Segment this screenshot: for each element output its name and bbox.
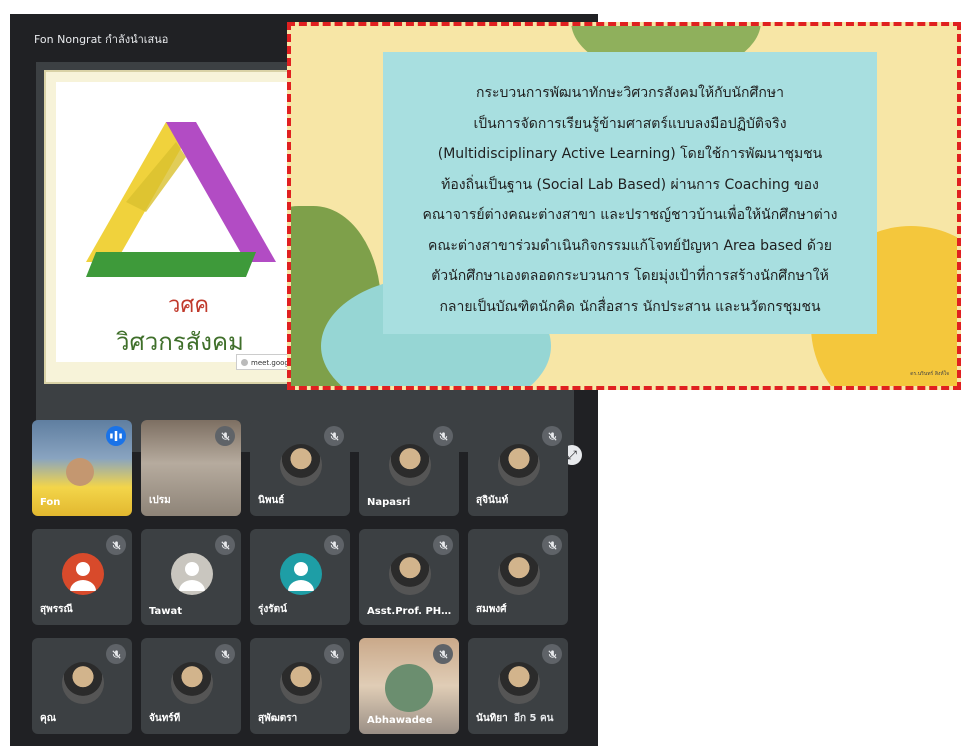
person-icon <box>288 562 314 591</box>
avatar <box>62 662 104 704</box>
participant-name: สมพงศ์ <box>476 604 507 615</box>
participant-name: Asst.Prof. PHU... <box>367 606 459 617</box>
speaking-icon <box>106 426 126 446</box>
mic-off-icon <box>215 644 235 664</box>
avatar <box>389 553 431 595</box>
avatar <box>498 662 540 704</box>
slide-line: คณาจารย์ต่างคณะต่างสาขา และปราชญ์ชาวบ้าน… <box>422 207 838 223</box>
slide-line: เป็นการจัดการเรียนรู้ข้ามศาสตร์แบบลงมือป… <box>473 115 787 132</box>
participant-name: สุพัฒตรา <box>258 713 298 724</box>
avatar <box>280 662 322 704</box>
avatar <box>280 553 322 595</box>
avatar <box>389 444 431 486</box>
mic-off-icon <box>433 644 453 664</box>
participant-tile[interactable]: จันทร์ที <box>141 638 241 734</box>
slide-line: กระบวนการพัฒนาทักษะวิศวกรสังคมให้กับนักศ… <box>476 85 784 101</box>
participant-tile[interactable]: นันทิยา อีก 5 คน <box>468 638 568 734</box>
slide-line: คณะต่างสาขาร่วมดำเนินกิจกรรมแก้โจทย์ปัญห… <box>428 237 832 254</box>
slide-credit: ดร.นรินทร์ สิงห์ใจ <box>910 371 949 377</box>
mic-off-icon <box>324 644 344 664</box>
participant-tile[interactable]: Napasri <box>359 420 459 516</box>
slide-line: ท้องถิ่นเป็นฐาน (Social Lab Based) ผ่านก… <box>441 176 819 193</box>
participant-name: นันทิยา <box>476 713 508 724</box>
person-icon <box>70 562 96 591</box>
participant-name: สุพรรณี <box>40 604 73 615</box>
mic-off-icon <box>542 535 562 555</box>
participant-tile[interactable]: เปรม <box>141 420 241 516</box>
participant-tile[interactable]: คุณ <box>32 638 132 734</box>
participant-name: Fon <box>40 497 61 508</box>
more-participants-label[interactable]: อีก 5 คน <box>514 711 554 726</box>
participant-name: คุณ <box>40 713 56 724</box>
participant-tile[interactable]: สมพงศ์ <box>468 529 568 625</box>
participant-tile[interactable]: สุพัฒตรา <box>250 638 350 734</box>
avatar <box>280 444 322 486</box>
mic-off-icon <box>542 644 562 664</box>
person-icon <box>179 562 205 591</box>
slide-line: ตัวนักศึกษาเองตลอดกระบวนการ โดยมุ่งเป้าท… <box>431 268 829 284</box>
avatar <box>498 444 540 486</box>
mic-off-icon <box>106 535 126 555</box>
mic-off-icon <box>542 426 562 446</box>
slide-logo-area: วศค วิศวกรสังคม <box>56 82 296 362</box>
slide-line: (Multidisciplinary Active Learning) โดยใ… <box>437 146 823 162</box>
slide-text: กระบวนการพัฒนาทักษะวิศวกรสังคมให้กับนักศ… <box>383 78 877 322</box>
participant-tile[interactable]: Abhawadee <box>359 638 459 734</box>
avatar <box>62 553 104 595</box>
participant-tile[interactable]: Fon <box>32 420 132 516</box>
zoomed-slide-callout: กระบวนการพัฒนาทักษะวิศวกรสังคมให้กับนักศ… <box>287 22 961 390</box>
participant-tile[interactable]: สุจินันท์ <box>468 420 568 516</box>
mic-off-icon <box>106 644 126 664</box>
participant-name: จันทร์ที <box>149 713 181 724</box>
mic-off-icon <box>433 426 453 446</box>
mic-off-icon <box>324 426 344 446</box>
participant-tile[interactable]: Asst.Prof. PHU... <box>359 529 459 625</box>
participant-name: เปรม <box>149 495 171 506</box>
avatar <box>171 662 213 704</box>
presenter-label: Fon Nongrat กำลังนำเสนอ <box>34 33 169 46</box>
participant-name: นิพนธ์ <box>258 495 285 506</box>
social-engineer-logo-icon <box>86 122 276 277</box>
participant-tile[interactable]: Tawat <box>141 529 241 625</box>
participant-name: สุจินันท์ <box>476 495 509 506</box>
logo-short-text: วศค <box>168 293 210 318</box>
avatar <box>171 553 213 595</box>
mic-off-icon <box>215 426 235 446</box>
participant-tile[interactable]: สุพรรณี <box>32 529 132 625</box>
participant-name: Abhawadee <box>367 715 433 726</box>
participant-name: รุ่งรัตน์ <box>258 604 287 615</box>
avatar <box>498 553 540 595</box>
participant-name: Tawat <box>149 606 183 617</box>
participant-tile[interactable]: รุ่งรัตน์ <box>250 529 350 625</box>
mic-off-icon <box>215 535 235 555</box>
logo-full-text: วิศวกรสังคม <box>116 328 244 356</box>
participant-name: Napasri <box>367 497 411 508</box>
participant-tile[interactable]: นิพนธ์ <box>250 420 350 516</box>
mic-off-icon <box>324 535 344 555</box>
mic-off-icon <box>433 535 453 555</box>
slide-line: กลายเป็นบัณฑิตนักคิด นักสื่อสาร นักประสา… <box>439 298 821 315</box>
